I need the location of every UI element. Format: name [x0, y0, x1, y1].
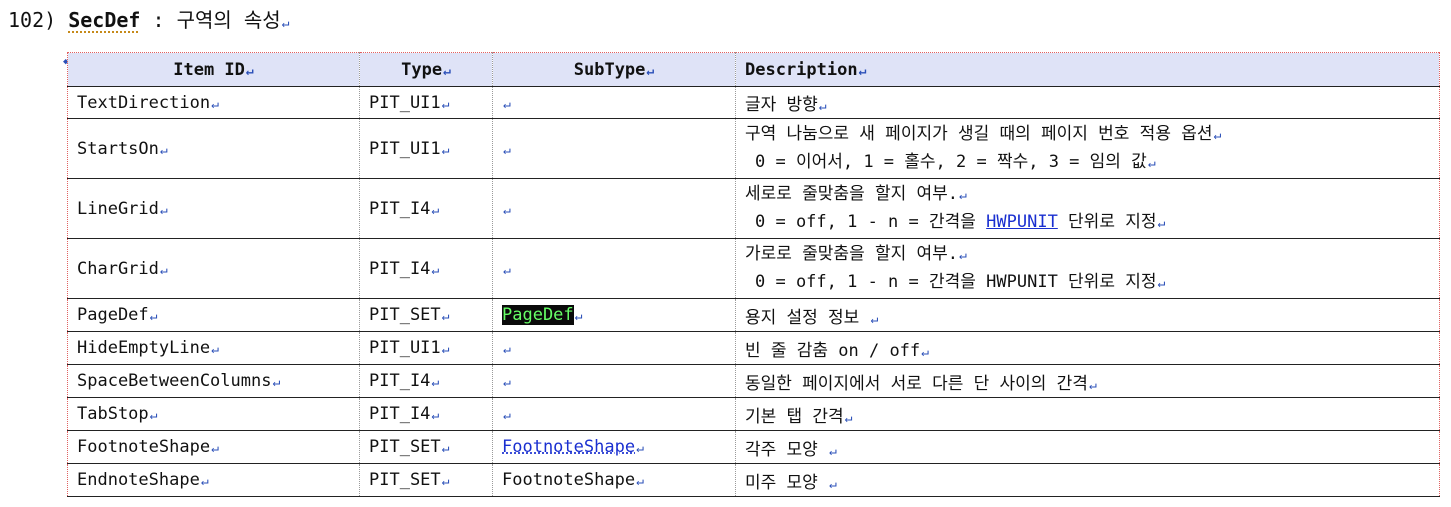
table-row: SpaceBetweenColumns↵ PIT_I4↵ ↵ 동일한 페이지에서… [67, 364, 1440, 398]
table-row: PageDef↵ PIT_SET↵ PageDef↵ 용지 설정 정보 ↵ [67, 298, 1440, 332]
header-description: Description↵ [735, 52, 1440, 87]
cell-subtype: ↵ [492, 86, 736, 119]
cell-type: PIT_I4↵ [359, 364, 493, 398]
heading-number: 102) [8, 8, 57, 32]
cell-type: PIT_UI1↵ [359, 118, 493, 179]
cell-subtype: ↵ [492, 238, 736, 299]
paragraph-mark-icon: ↵ [281, 16, 290, 31]
cell-item-id: PageDef↵ [67, 298, 360, 332]
table-row: TabStop↵ PIT_I4↵ ↵ 기본 탭 간격↵ [67, 397, 1440, 431]
cell-subtype: ↵ [492, 118, 736, 179]
cell-item-id: CharGrid↵ [67, 238, 360, 299]
cell-subtype: ↵ [492, 364, 736, 398]
table-row: HideEmptyLine↵ PIT_UI1↵ ↵ 빈 줄 감춤 on / of… [67, 331, 1440, 365]
hwpunit-text: HWPUNIT [986, 271, 1058, 292]
cell-description: 세로로 줄맞춤을 할지 여부.↵ 0 = off, 1 - n = 간격을 HW… [735, 178, 1440, 239]
cell-description: 미주 모양 ↵ [735, 463, 1440, 497]
cell-subtype: FootnoteShape↵ [492, 463, 736, 497]
cell-type: PIT_SET↵ [359, 430, 493, 464]
cell-description: 기본 탭 간격↵ [735, 397, 1440, 431]
cell-type: PIT_I4↵ [359, 397, 493, 431]
cell-item-id: FootnoteShape↵ [67, 430, 360, 464]
cell-item-id: LineGrid↵ [67, 178, 360, 239]
cell-subtype: ↵ [492, 397, 736, 431]
heading-separator: : [152, 8, 165, 32]
cell-item-id: SpaceBetweenColumns↵ [67, 364, 360, 398]
cell-item-id: EndnoteShape↵ [67, 463, 360, 497]
heading-title: 구역의 속성 [176, 8, 281, 32]
cell-type: PIT_SET↵ [359, 463, 493, 497]
cell-description: 가로로 줄맞춤을 할지 여부.↵ 0 = off, 1 - n = 간격을 HW… [735, 238, 1440, 299]
cell-item-id: TextDirection↵ [67, 86, 360, 119]
cell-type: PIT_I4↵ [359, 178, 493, 239]
table-row: FootnoteShape↵ PIT_SET↵ FootnoteShape↵ 각… [67, 430, 1440, 464]
cell-description: 글자 방향↵ [735, 86, 1440, 119]
cell-subtype: PageDef↵ [492, 298, 736, 332]
header-subtype: SubType↵ [492, 52, 736, 87]
cell-subtype: FootnoteShape↵ [492, 430, 736, 464]
cell-description: 각주 모양 ↵ [735, 430, 1440, 464]
cell-type: PIT_UI1↵ [359, 331, 493, 365]
cell-subtype: ↵ [492, 178, 736, 239]
header-type: Type↵ [359, 52, 493, 87]
cell-type: PIT_SET↵ [359, 298, 493, 332]
table-header-row: Item ID↵ Type↵ SubType↵ Description↵ [67, 52, 1440, 87]
cell-description: 빈 줄 감춤 on / off↵ [735, 331, 1440, 365]
property-table: Item ID↵ Type↵ SubType↵ Description↵ Tex… [67, 52, 1440, 497]
table-row: LineGrid↵ PIT_I4↵ ↵ 세로로 줄맞춤을 할지 여부.↵ 0 =… [67, 178, 1440, 239]
cell-item-id: HideEmptyLine↵ [67, 331, 360, 365]
header-item-id: Item ID↵ [67, 52, 360, 87]
table-row: StartsOn↵ PIT_UI1↵ ↵ 구역 나눔으로 새 페이지가 생길 때… [67, 118, 1440, 179]
cell-description: 용지 설정 정보 ↵ [735, 298, 1440, 332]
table-row: EndnoteShape↵ PIT_SET↵ FootnoteShape↵ 미주… [67, 463, 1440, 497]
table-row: CharGrid↵ PIT_I4↵ ↵ 가로로 줄맞춤을 할지 여부.↵ 0 =… [67, 238, 1440, 299]
cell-item-id: TabStop↵ [67, 397, 360, 431]
cell-description: 동일한 페이지에서 서로 다른 단 사이의 간격↵ [735, 364, 1440, 398]
section-heading: 102) SecDef : 구역의 속성↵ [8, 6, 289, 38]
cell-type: PIT_UI1↵ [359, 86, 493, 119]
heading-code: SecDef [68, 8, 141, 32]
cell-subtype: ↵ [492, 331, 736, 365]
table-row: TextDirection↵ PIT_UI1↵ ↵ 글자 방향↵ [67, 86, 1440, 119]
cell-item-id: StartsOn↵ [67, 118, 360, 179]
footnoteshape-link[interactable]: FootnoteShape [502, 437, 635, 457]
cell-type: PIT_I4↵ [359, 238, 493, 299]
hwpunit-link[interactable]: HWPUNIT [986, 212, 1058, 232]
pagedef-highlighted-link[interactable]: PageDef [502, 305, 574, 325]
cell-description: 구역 나눔으로 새 페이지가 생길 때의 페이지 번호 적용 옵션↵ 0 = 이… [735, 118, 1440, 179]
